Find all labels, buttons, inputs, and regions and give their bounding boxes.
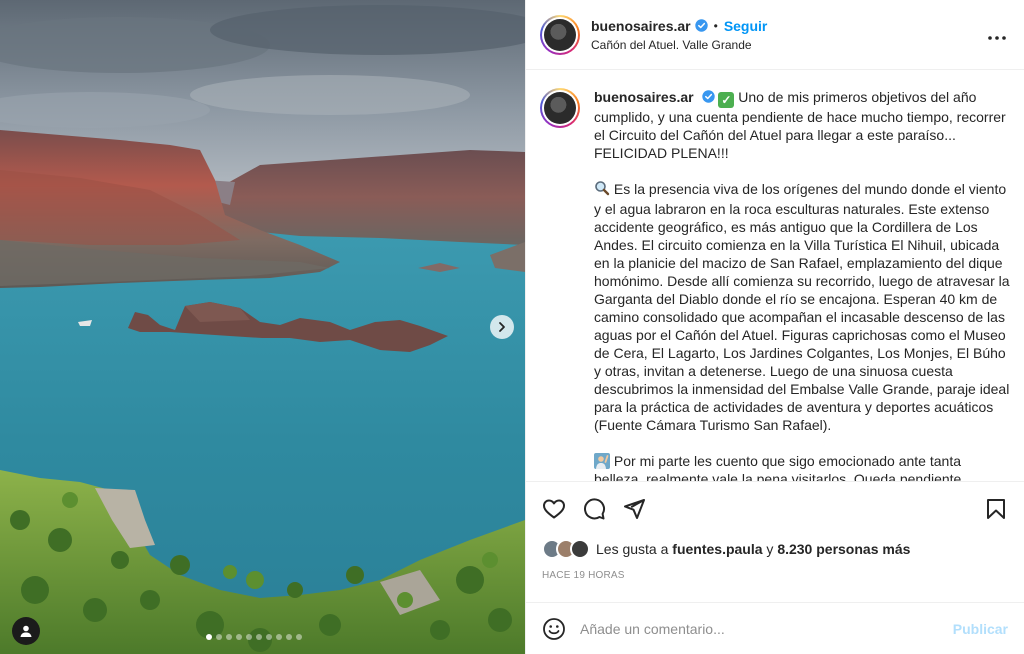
share-button[interactable] (622, 497, 646, 521)
next-photo-button[interactable] (490, 315, 514, 339)
check-mark-emoji-icon: ✓ (718, 92, 735, 108)
header-separator: • (713, 18, 718, 33)
comment-icon (584, 498, 606, 520)
tagged-users-button[interactable] (12, 617, 40, 645)
carousel-dot (206, 634, 212, 640)
carousel-indicator (206, 634, 302, 640)
avatar-image (544, 92, 576, 124)
likes-connector: y (766, 541, 774, 557)
bookmark-icon (987, 499, 1005, 519)
likes-text: Les gusta a fuentes.paula y 8.230 person… (596, 541, 910, 557)
caption-avatar[interactable] (540, 88, 580, 128)
post-header: buenosaires.ar • Seguir Cañón del Atuel.… (526, 0, 1024, 70)
share-icon (624, 499, 645, 519)
more-options-icon (988, 36, 1006, 40)
caption-text: buenosaires.ar ✓ Uno de mis primeros obj… (594, 88, 1010, 481)
person-raising-hand-emoji-icon (594, 453, 610, 469)
comment-input[interactable] (580, 620, 953, 637)
heart-icon (543, 499, 565, 519)
chevron-right-icon (499, 322, 505, 332)
action-bar (526, 481, 1024, 536)
header-username[interactable]: buenosaires.ar (591, 18, 691, 34)
follow-button[interactable]: Seguir (724, 18, 768, 34)
caption-paragraph-2: Es la presencia viva de los orígenes del… (594, 181, 1010, 433)
carousel-dot (256, 634, 262, 640)
avatar[interactable] (540, 14, 580, 55)
caption-paragraph-3: Por mi parte les cuento que sigo emocion… (594, 453, 962, 481)
publish-button[interactable]: Publicar (953, 621, 1008, 637)
location-link[interactable]: Cañón del Atuel. Valle Grande (591, 38, 767, 52)
post-photo[interactable] (0, 0, 525, 654)
save-button[interactable] (984, 497, 1008, 521)
carousel-dot (216, 634, 222, 640)
carousel-dot (296, 634, 302, 640)
emoji-smile-icon (543, 617, 565, 640)
magnifying-glass-emoji-icon (594, 180, 610, 200)
caption-section: buenosaires.ar ✓ Uno de mis primeros obj… (526, 70, 1024, 481)
carousel-dot (226, 634, 232, 640)
liker-username[interactable]: fuentes.paula (672, 541, 762, 557)
carousel-dot (286, 634, 292, 640)
carousel-dot (266, 634, 272, 640)
carousel-dot (236, 634, 242, 640)
post-timestamp[interactable]: HACE 19 HORAS (526, 562, 1024, 602)
user-tag-icon (20, 625, 32, 637)
like-button[interactable] (542, 497, 566, 521)
emoji-button[interactable] (542, 617, 566, 641)
likes-prefix: Les gusta a (596, 541, 669, 557)
caption-username[interactable]: buenosaires.ar (594, 89, 694, 105)
carousel-dot (246, 634, 252, 640)
canyon-lake-photo (0, 0, 525, 654)
instagram-post: buenosaires.ar • Seguir Cañón del Atuel.… (0, 0, 1024, 654)
post-details-panel: buenosaires.ar • Seguir Cañón del Atuel.… (525, 0, 1024, 654)
verified-badge-icon (701, 90, 715, 103)
verified-badge-icon (694, 19, 708, 32)
liker-avatars[interactable] (542, 539, 590, 559)
avatar-image (544, 18, 576, 51)
carousel-dot (276, 634, 282, 640)
comment-bar: Publicar (526, 602, 1024, 654)
likes-others-count[interactable]: 8.230 personas más (777, 541, 910, 557)
liker-avatar (570, 539, 590, 559)
comment-button[interactable] (582, 497, 606, 521)
likes-summary: Les gusta a fuentes.paula y 8.230 person… (526, 536, 1024, 562)
more-options-button[interactable] (988, 24, 1006, 45)
